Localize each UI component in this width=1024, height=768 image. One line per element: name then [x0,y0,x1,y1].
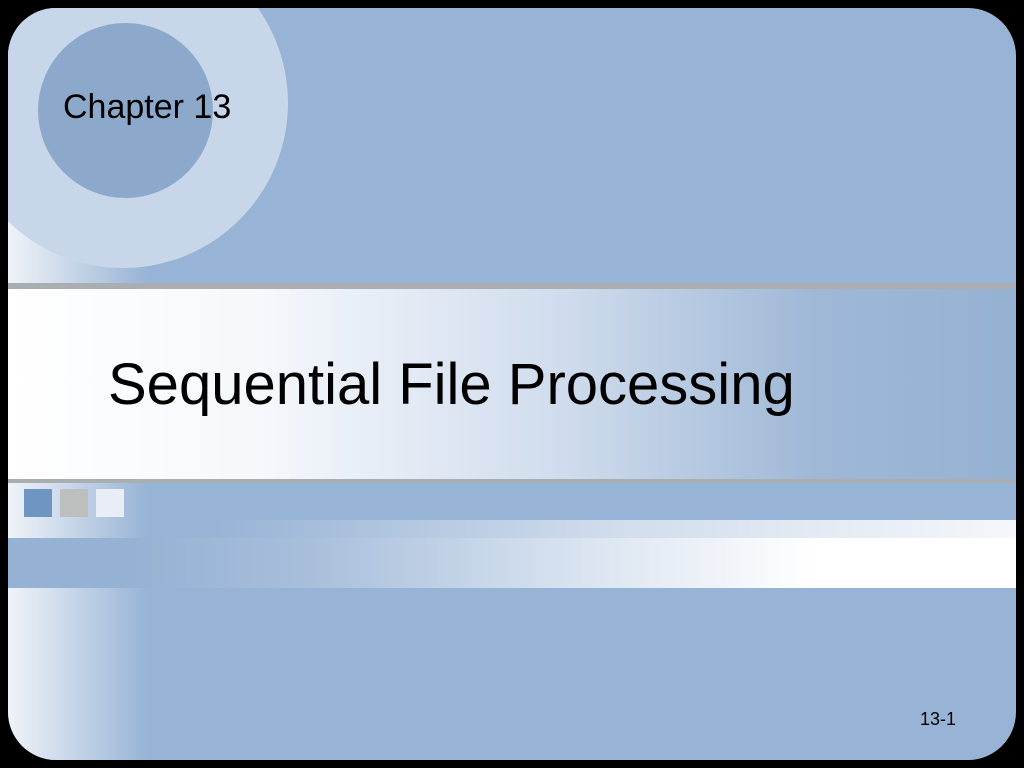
accent-square-light [96,489,124,517]
accent-row [8,489,1016,519]
lower-stripe [8,538,1016,588]
accent-square-blue [24,489,52,517]
chapter-label: Chapter 13 [63,88,231,127]
slide-title: Sequential File Processing [8,351,795,418]
slide: Chapter 13 Sequential File Processing 13… [8,8,1016,760]
title-band: Sequential File Processing [8,283,1016,483]
accent-square-gray [60,489,88,517]
page-number: 13-1 [920,709,956,730]
